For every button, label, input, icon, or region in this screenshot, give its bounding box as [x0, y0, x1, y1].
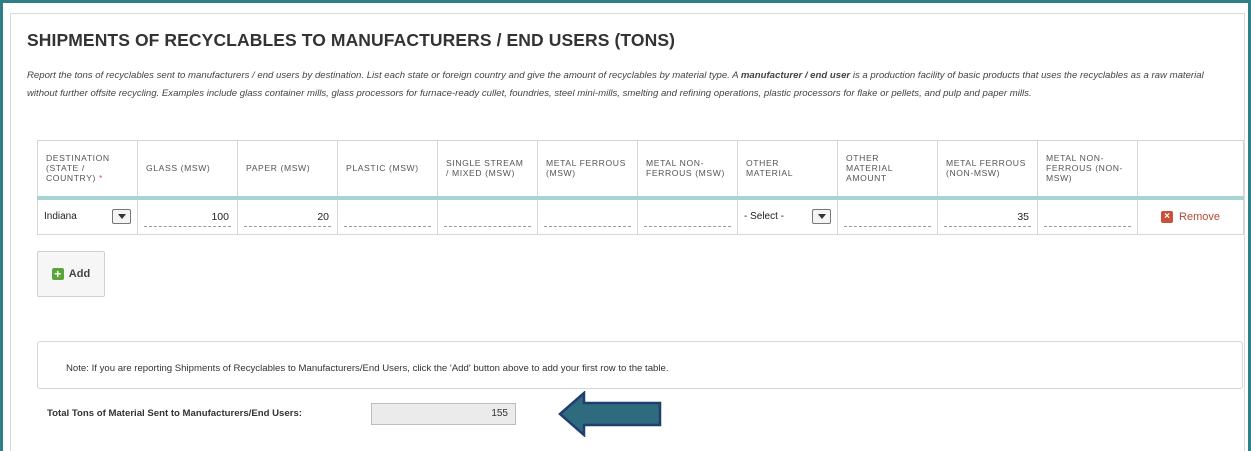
col-header-metal-non-ferrous-non-msw: METAL NON-FERROUS (NON-MSW): [1037, 140, 1138, 200]
col-header-other-material: OTHER MATERIAL: [737, 140, 838, 200]
col-header-other-material-amount: OTHER MATERIAL AMOUNT: [837, 140, 938, 200]
col-header-metal-ferrous-non-msw: METAL FERROUS (NON-MSW): [937, 140, 1038, 200]
metal-ferrous-non-msw-input[interactable]: 35: [944, 207, 1031, 227]
metal-ferrous-msw-input[interactable]: [544, 207, 631, 227]
destination-select[interactable]: Indiana: [37, 197, 138, 235]
single-stream-input[interactable]: [444, 207, 531, 227]
dropdown-arrow-icon[interactable]: [812, 209, 831, 225]
total-tons-field: 155: [371, 403, 516, 425]
remove-x-icon: ×: [1161, 210, 1174, 223]
add-row-button[interactable]: + Add: [37, 251, 105, 297]
required-marker: *: [99, 173, 103, 184]
shipments-table: DESTINATION (STATE / COUNTRY) * GLASS (M…: [37, 140, 1244, 235]
remove-button[interactable]: × Remove: [1144, 210, 1237, 223]
plastic-msw-input[interactable]: [344, 207, 431, 227]
section-title: SHIPMENTS OF RECYCLABLES TO MANUFACTURER…: [27, 30, 676, 50]
total-label: Total Tons of Material Sent to Manufactu…: [47, 408, 302, 419]
col-header-glass: GLASS (MSW): [137, 140, 238, 200]
col-header-actions: [1137, 140, 1244, 200]
col-header-metal-ferrous: METAL FERROUS (MSW): [537, 140, 638, 200]
note-box: Note: If you are reporting Shipments of …: [37, 341, 1243, 389]
metal-non-ferrous-non-msw-input[interactable]: [1044, 207, 1131, 227]
note-text: Note: If you are reporting Shipments of …: [66, 363, 669, 374]
destination-value: Indiana: [44, 211, 77, 223]
other-material-select[interactable]: - Select -: [737, 197, 838, 235]
add-plus-icon: +: [51, 268, 64, 280]
table-row: Indiana 100 20 - Select - 35 × Remove: [37, 197, 1244, 235]
glass-msw-input[interactable]: 100: [144, 207, 231, 227]
pointer-arrow-icon: [558, 391, 662, 437]
dropdown-arrow-icon[interactable]: [112, 209, 131, 225]
remove-label: Remove: [1179, 210, 1220, 223]
table-header-row: DESTINATION (STATE / COUNTRY) * GLASS (M…: [37, 140, 1244, 200]
section-description: Report the tons of recyclables sent to m…: [27, 70, 1204, 99]
add-label: Add: [68, 268, 91, 280]
col-header-paper: PAPER (MSW): [237, 140, 338, 200]
col-header-single-stream: SINGLE STREAM / MIXED (MSW): [437, 140, 538, 200]
other-material-value: - Select -: [744, 211, 785, 223]
metal-non-ferrous-msw-input[interactable]: [644, 207, 731, 227]
col-header-destination: DESTINATION (STATE / COUNTRY) *: [37, 140, 138, 200]
col-header-plastic: PLASTIC (MSW): [337, 140, 438, 200]
col-header-metal-non-ferrous: METAL NON-FERROUS (MSW): [637, 140, 738, 200]
other-material-amount-input[interactable]: [844, 207, 931, 227]
paper-msw-input[interactable]: 20: [244, 207, 331, 227]
